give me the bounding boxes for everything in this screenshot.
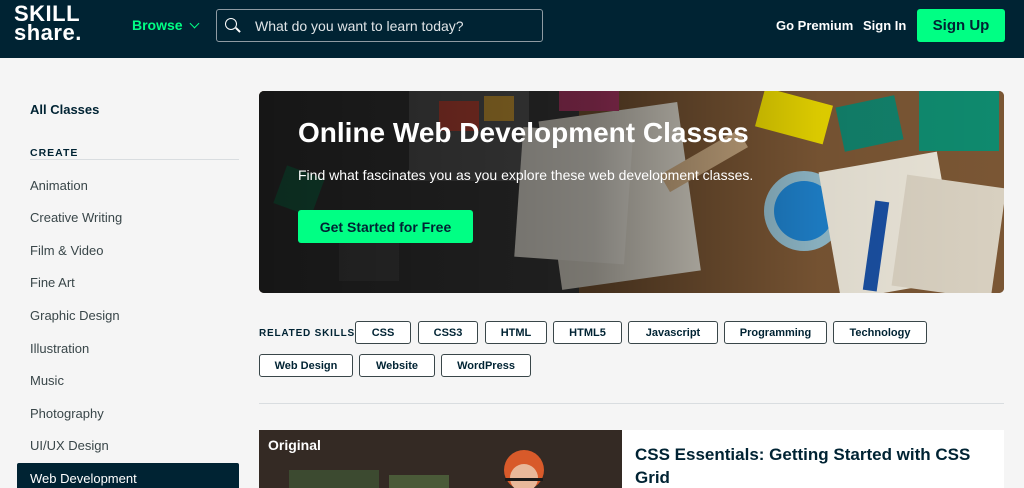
browse-label: Browse bbox=[132, 17, 183, 33]
related-skills-label: RELATED SKILLS bbox=[259, 328, 356, 339]
skill-tag-javascript[interactable]: Javascript bbox=[628, 321, 718, 344]
sidebar-item-film-video[interactable]: Film & Video bbox=[17, 235, 239, 265]
skill-tag-css3[interactable]: CSS3 bbox=[418, 321, 478, 344]
skill-tag-web-design[interactable]: Web Design bbox=[259, 354, 353, 377]
skill-tag-website[interactable]: Website bbox=[359, 354, 435, 377]
sidebar-section-heading: CREATE bbox=[30, 147, 79, 159]
sidebar-item-photography[interactable]: Photography bbox=[17, 398, 239, 428]
sign-in-link[interactable]: Sign In bbox=[863, 18, 906, 33]
sign-up-button[interactable]: Sign Up bbox=[917, 9, 1005, 42]
sidebar-item-creative-writing[interactable]: Creative Writing bbox=[17, 202, 239, 232]
all-classes-link[interactable]: All Classes bbox=[30, 102, 99, 117]
sidebar-item-graphic-design[interactable]: Graphic Design bbox=[17, 300, 239, 330]
content-divider bbox=[259, 403, 1004, 404]
skill-tag-wordpress[interactable]: WordPress bbox=[441, 354, 531, 377]
skill-tag-html5[interactable]: HTML5 bbox=[553, 321, 622, 344]
search-icon bbox=[225, 17, 241, 34]
sidebar-item-illustration[interactable]: Illustration bbox=[17, 333, 239, 363]
sidebar-divider bbox=[30, 159, 239, 160]
browse-menu-button[interactable]: Browse bbox=[132, 17, 200, 33]
search-input[interactable] bbox=[255, 17, 535, 34]
chevron-down-icon bbox=[189, 18, 200, 28]
go-premium-link[interactable]: Go Premium bbox=[776, 18, 853, 33]
skill-tag-html[interactable]: HTML bbox=[485, 321, 547, 344]
page-title: Online Web Development Classes bbox=[298, 117, 749, 148]
sidebar-item-web-development[interactable]: Web Development bbox=[17, 463, 239, 488]
sidebar-item-ui-ux-design[interactable]: UI/UX Design bbox=[17, 430, 239, 460]
skill-tag-css[interactable]: CSS bbox=[355, 321, 411, 344]
course-title[interactable]: CSS Essentials: Getting Started with CSS… bbox=[635, 443, 995, 488]
original-badge: Original bbox=[268, 437, 321, 453]
skill-tag-programming[interactable]: Programming bbox=[724, 321, 827, 344]
hero-banner: Online Web Development Classes Find what… bbox=[259, 91, 1004, 293]
top-nav-bar: SKILL share. Browse Go Premium Sign In S… bbox=[0, 0, 1024, 58]
skillshare-logo[interactable]: SKILL share. bbox=[14, 3, 104, 50]
sidebar-item-fine-art[interactable]: Fine Art bbox=[17, 267, 239, 297]
skill-tag-technology[interactable]: Technology bbox=[833, 321, 927, 344]
course-card[interactable]: Original CSS Essentials: Getting Started… bbox=[259, 430, 1004, 488]
sidebar-item-music[interactable]: Music bbox=[17, 365, 239, 395]
sidebar-item-animation[interactable]: Animation bbox=[17, 170, 239, 200]
course-thumbnail[interactable]: Original bbox=[259, 430, 622, 488]
hero-subtitle: Find what fascinates you as you explore … bbox=[298, 167, 754, 183]
search-bar[interactable] bbox=[216, 9, 543, 42]
logo-line-2: share. bbox=[14, 20, 82, 45]
get-started-button[interactable]: Get Started for Free bbox=[298, 210, 473, 243]
